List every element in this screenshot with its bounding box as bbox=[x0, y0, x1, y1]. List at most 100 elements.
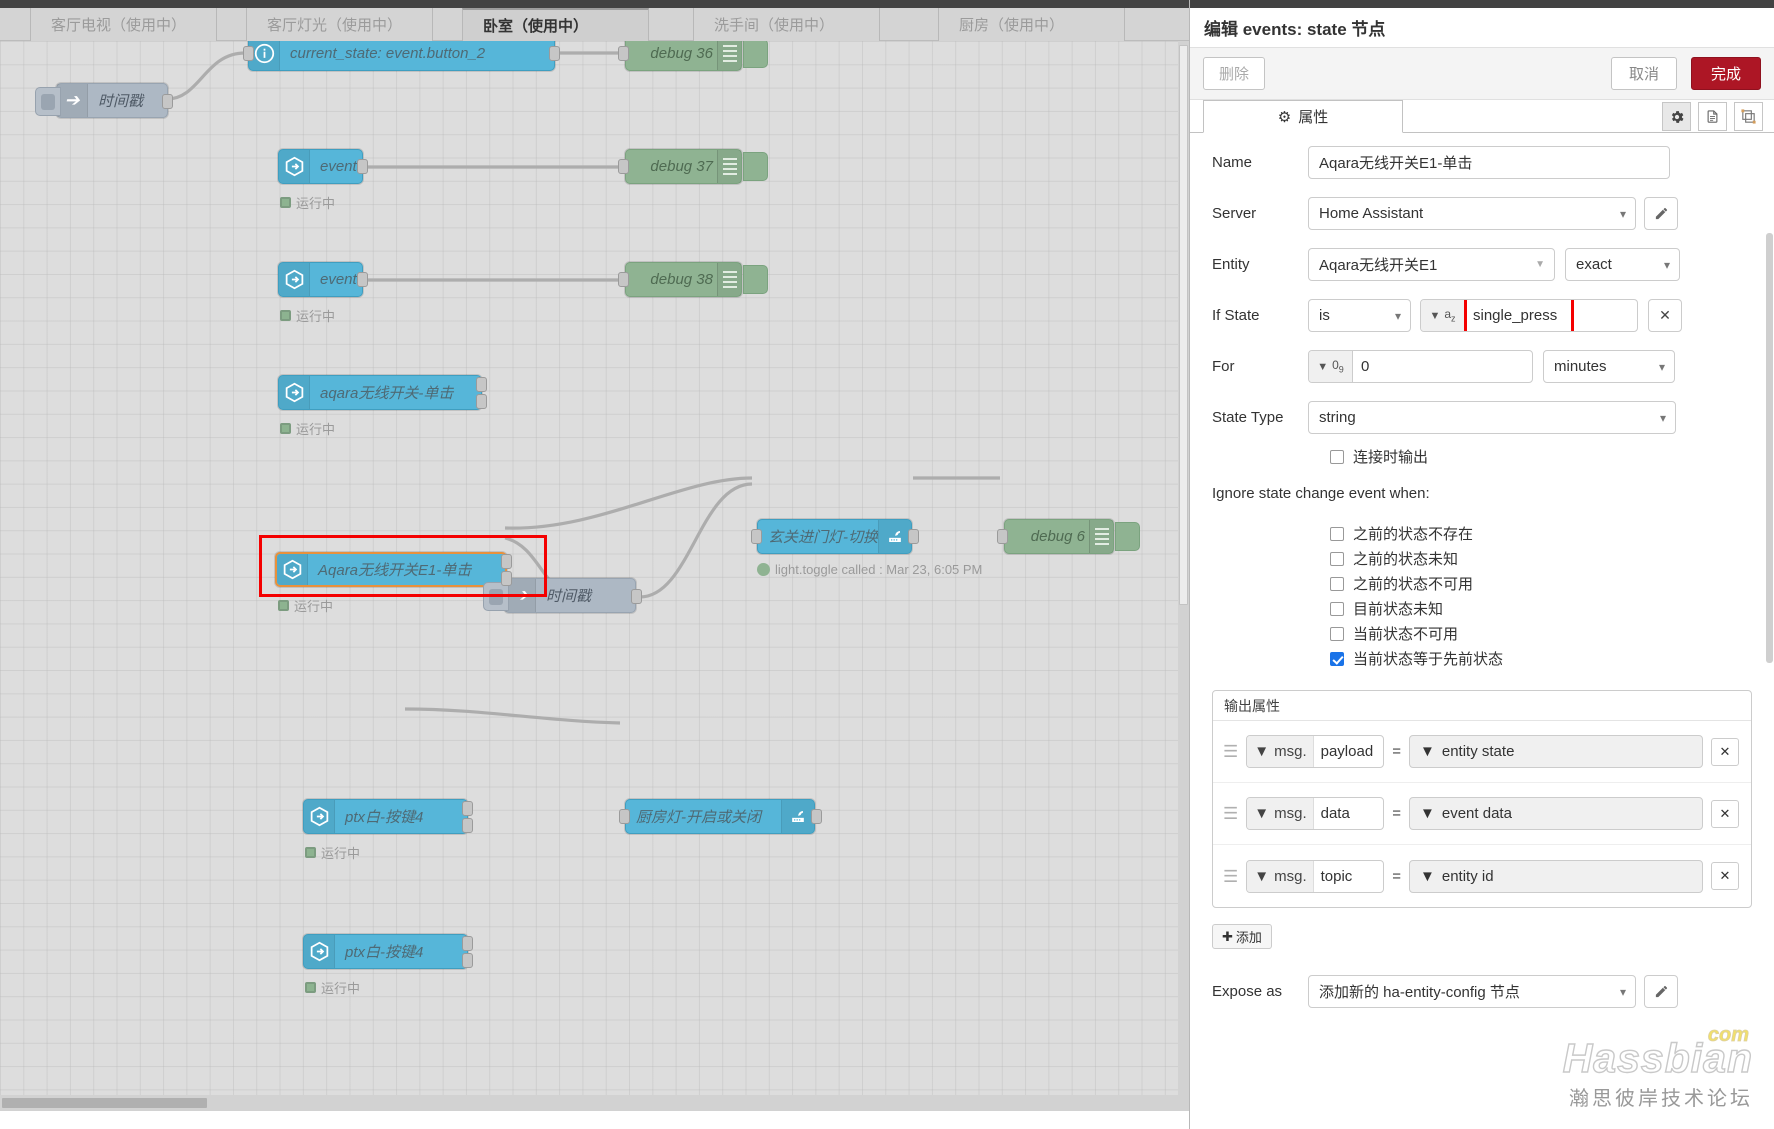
drag-handle-icon[interactable]: ☰ bbox=[1223, 868, 1238, 885]
node-kitchen-light-toggle[interactable]: 厨房灯-开启或关闭 bbox=[625, 799, 815, 834]
gear-icon-button[interactable] bbox=[1662, 102, 1691, 131]
for-typed-input[interactable]: ▼ 09 0 bbox=[1308, 350, 1533, 383]
name-input[interactable]: Aqara无线开关E1-单击 bbox=[1308, 146, 1670, 179]
for-unit-select[interactable]: minutes ▾ bbox=[1543, 350, 1675, 383]
node-output-port-2[interactable] bbox=[462, 818, 473, 833]
node-output-port[interactable] bbox=[357, 272, 368, 287]
node-input-port[interactable] bbox=[243, 46, 254, 61]
tab-properties[interactable]: ⚙ 属性 bbox=[1203, 100, 1403, 133]
flow-canvas[interactable]: ➔ 时间戳 current_state: event.button_2 debu… bbox=[0, 41, 1189, 1111]
for-value-input[interactable]: 0 bbox=[1353, 358, 1532, 375]
node-current-state[interactable]: current_state: event.button_2 bbox=[248, 41, 555, 71]
server-select[interactable]: Home Assistant ▾ bbox=[1308, 197, 1636, 230]
output-value-select-1[interactable]: ▼ event data bbox=[1409, 797, 1703, 830]
msg-prop-input[interactable]: topic bbox=[1313, 867, 1360, 885]
node-output-port[interactable] bbox=[631, 589, 642, 604]
node-aqara-e1-single-click[interactable]: Aqara无线开关E1-单击 bbox=[275, 552, 507, 587]
msg-prefix-toggle[interactable]: ▼ msg. bbox=[1247, 736, 1314, 767]
debug-enable-toggle[interactable] bbox=[743, 41, 768, 68]
node-debug-38[interactable]: debug 38 bbox=[625, 262, 768, 297]
description-icon-button[interactable] bbox=[1698, 102, 1727, 131]
node-output-port[interactable] bbox=[162, 94, 173, 109]
node-input-port[interactable] bbox=[619, 809, 630, 824]
drag-handle-icon[interactable]: ☰ bbox=[1223, 805, 1238, 822]
node-output-port-2[interactable] bbox=[462, 953, 473, 968]
msg-prefix-toggle[interactable]: ▼ msg. bbox=[1247, 860, 1314, 892]
remove-output-property-1[interactable]: ✕ bbox=[1711, 799, 1739, 828]
state-type-select[interactable]: string ▾ bbox=[1308, 401, 1676, 434]
node-output-port[interactable] bbox=[357, 159, 368, 174]
msg-prop-input[interactable]: data bbox=[1313, 805, 1357, 822]
ignore-option-0[interactable]: 之前的状态不存在 bbox=[1330, 523, 1473, 544]
ignore-option-checkbox[interactable] bbox=[1330, 576, 1344, 591]
edit-server-button[interactable] bbox=[1644, 197, 1678, 230]
if-state-type-toggle[interactable]: ▼ az bbox=[1421, 300, 1465, 331]
node-inject-timestamp-1[interactable]: ➔ 时间戳 bbox=[35, 83, 168, 118]
output-msg-prop-0[interactable]: ▼ msg. payload bbox=[1246, 735, 1385, 768]
node-input-port[interactable] bbox=[618, 46, 629, 61]
if-state-operator-select[interactable]: is ▾ bbox=[1308, 299, 1411, 332]
flow-tab-0[interactable]: 客厅电视（使用中） bbox=[30, 8, 217, 41]
node-output-port[interactable] bbox=[549, 46, 560, 61]
node-input-port[interactable] bbox=[618, 159, 629, 174]
ignore-option-checkbox[interactable] bbox=[1330, 526, 1344, 541]
debug-enable-toggle[interactable] bbox=[1115, 522, 1140, 551]
ignore-option-3[interactable]: 目前状态未知 bbox=[1330, 598, 1443, 619]
node-input-port[interactable] bbox=[997, 529, 1008, 544]
node-output-port-1[interactable] bbox=[501, 554, 512, 569]
node-events-state-1[interactable]: events state bbox=[278, 149, 363, 184]
node-debug-37[interactable]: debug 37 bbox=[625, 149, 768, 184]
cancel-button[interactable]: 取消 bbox=[1611, 57, 1677, 90]
node-aqara-switch-single-click[interactable]: aqara无线开关-单击 bbox=[278, 375, 482, 410]
canvas-horizontal-scrollbar[interactable] bbox=[0, 1095, 1189, 1111]
node-output-port-2[interactable] bbox=[501, 571, 512, 586]
if-state-value-input[interactable]: single_press bbox=[1465, 307, 1637, 324]
expose-as-select[interactable]: 添加新的 ha-entity-config 节点 ▾ bbox=[1308, 975, 1636, 1008]
scrollbar-thumb[interactable] bbox=[2, 1098, 207, 1108]
node-entry-light-toggle[interactable]: 玄关进门灯-切换 bbox=[757, 519, 912, 554]
ignore-option-checkbox[interactable] bbox=[1330, 626, 1344, 641]
flow-tab-3[interactable]: 洗手间（使用中） bbox=[693, 8, 880, 41]
flow-tab-2[interactable]: 卧室（使用中） bbox=[462, 8, 649, 41]
ignore-option-checkbox[interactable] bbox=[1330, 651, 1344, 666]
scrollbar-thumb[interactable] bbox=[1179, 45, 1188, 605]
node-output-port-1[interactable] bbox=[462, 801, 473, 816]
node-output-port[interactable] bbox=[811, 809, 822, 824]
remove-output-property-0[interactable]: ✕ bbox=[1711, 737, 1739, 766]
output-on-connect-row[interactable]: 连接时输出 bbox=[1330, 446, 1428, 467]
flow-tab-4[interactable]: 厨房（使用中） bbox=[938, 8, 1125, 41]
node-ptx-button4-1[interactable]: ptx白-按键4 bbox=[303, 799, 468, 834]
node-ptx-button4-2[interactable]: ptx白-按键4 bbox=[303, 934, 468, 969]
ignore-option-checkbox[interactable] bbox=[1330, 551, 1344, 566]
node-input-port[interactable] bbox=[751, 529, 762, 544]
if-state-typed-input[interactable]: ▼ az single_press bbox=[1420, 299, 1638, 332]
remove-output-property-2[interactable]: ✕ bbox=[1711, 862, 1739, 890]
output-msg-prop-2[interactable]: ▼ msg. topic bbox=[1246, 859, 1385, 893]
scrollbar-thumb[interactable] bbox=[1766, 233, 1773, 663]
ignore-option-2[interactable]: 之前的状态不可用 bbox=[1330, 573, 1473, 594]
entity-match-select[interactable]: exact ▾ bbox=[1565, 248, 1680, 281]
node-debug-6[interactable]: debug 6 bbox=[1004, 519, 1140, 554]
panel-vertical-scrollbar[interactable] bbox=[1764, 133, 1774, 1129]
canvas-vertical-scrollbar[interactable] bbox=[1178, 41, 1189, 1111]
inject-trigger-button[interactable] bbox=[483, 582, 509, 611]
inject-trigger-button[interactable] bbox=[35, 87, 61, 116]
delete-button[interactable]: 删除 bbox=[1203, 57, 1265, 90]
msg-prop-input[interactable]: payload bbox=[1313, 743, 1381, 760]
node-output-port-1[interactable] bbox=[476, 377, 487, 392]
ignore-option-1[interactable]: 之前的状态未知 bbox=[1330, 548, 1458, 569]
debug-enable-toggle[interactable] bbox=[743, 265, 768, 294]
output-value-select-0[interactable]: ▼ entity state bbox=[1409, 735, 1703, 768]
for-type-toggle[interactable]: ▼ 09 bbox=[1309, 351, 1353, 382]
node-output-port-2[interactable] bbox=[476, 394, 487, 409]
node-events-state-2[interactable]: events state bbox=[278, 262, 363, 297]
node-inject-timestamp-2[interactable]: ➔ 时间戳 bbox=[483, 578, 636, 613]
edit-expose-button[interactable] bbox=[1644, 975, 1678, 1008]
drag-handle-icon[interactable]: ☰ bbox=[1223, 743, 1238, 760]
output-msg-prop-1[interactable]: ▼ msg. data bbox=[1246, 797, 1385, 830]
add-output-property-button[interactable]: ✚ 添加 bbox=[1212, 924, 1272, 949]
ignore-option-4[interactable]: 当前状态不可用 bbox=[1330, 623, 1458, 644]
node-input-port[interactable] bbox=[618, 272, 629, 287]
if-state-clear-button[interactable]: ✕ bbox=[1648, 299, 1682, 332]
ignore-option-5[interactable]: 当前状态等于先前状态 bbox=[1330, 648, 1503, 669]
